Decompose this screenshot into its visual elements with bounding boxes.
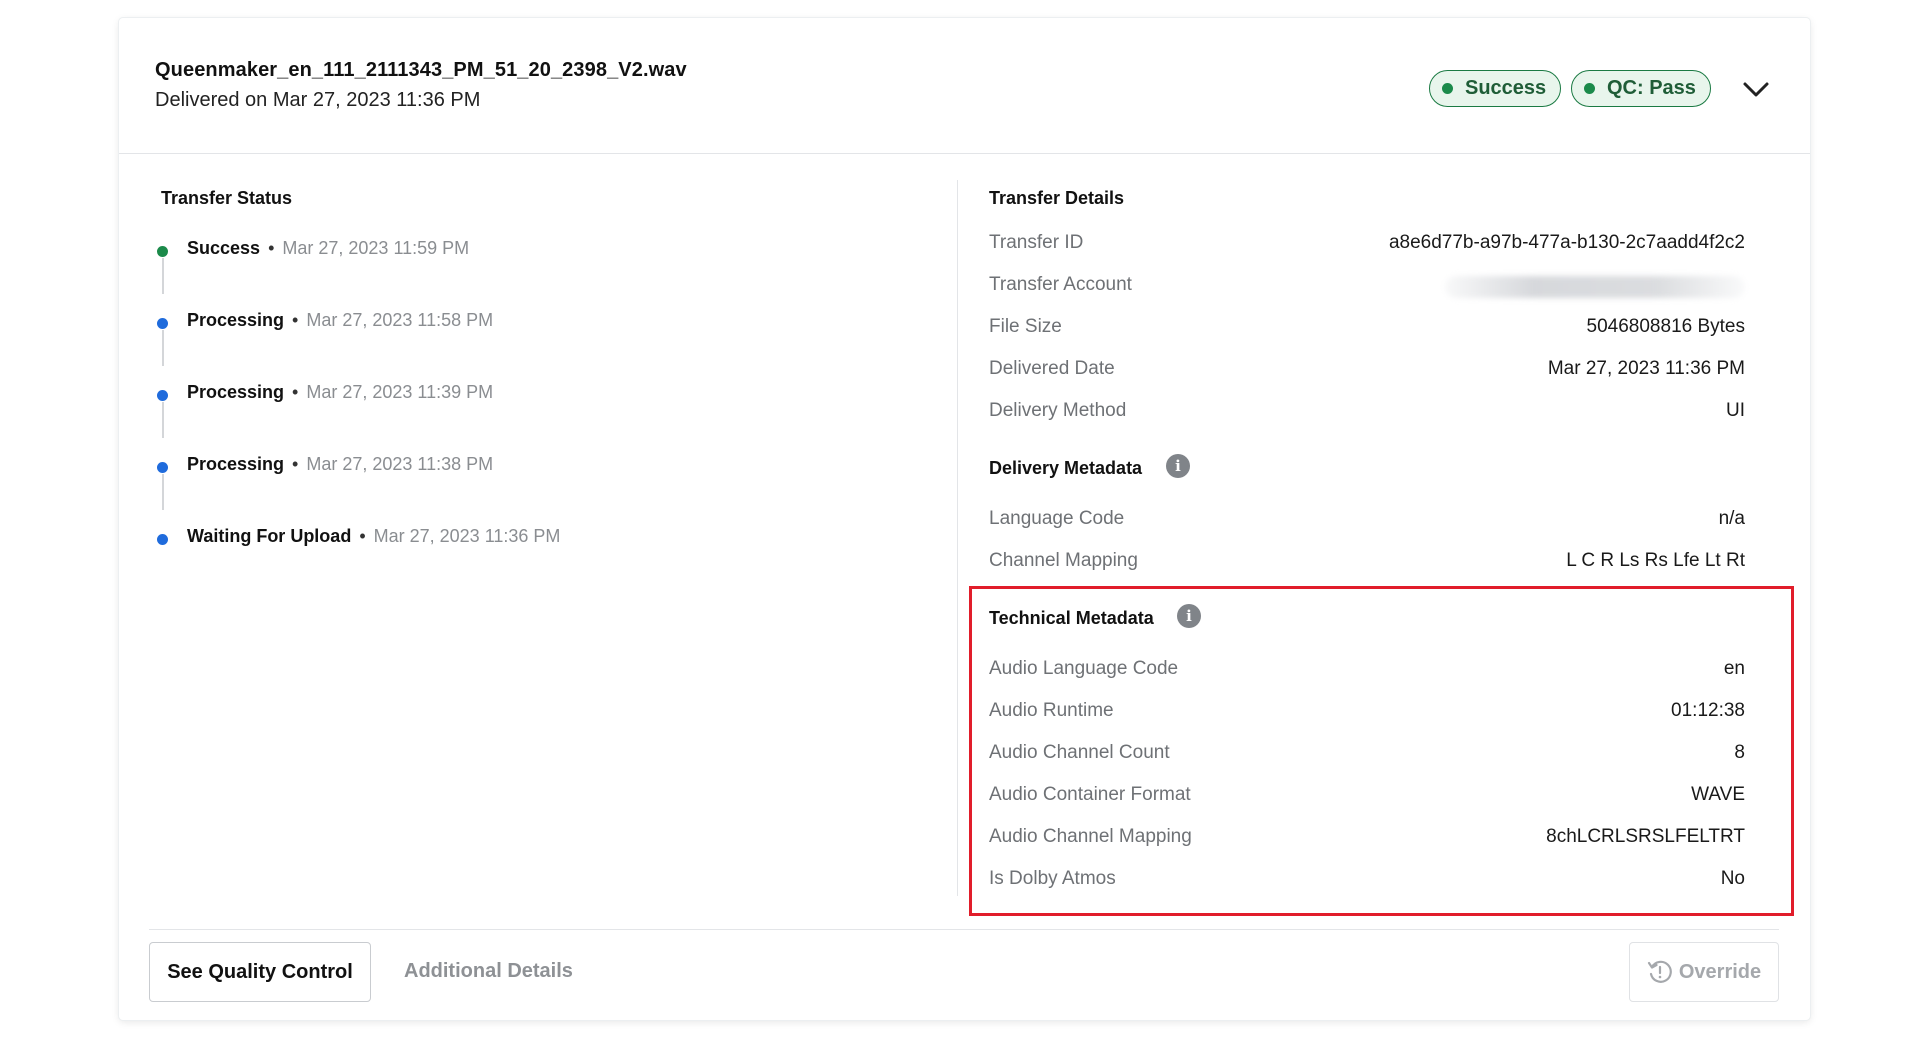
timeline-status: Processing xyxy=(187,382,285,402)
override-label: Override xyxy=(1678,960,1762,983)
timeline-status: Processing xyxy=(187,454,285,474)
detail-value: 01:12:38 xyxy=(1671,700,1745,721)
detail-row-audio-channel-count: Audio Channel Count 8 xyxy=(989,742,1745,772)
status-dot-icon xyxy=(157,462,168,473)
detail-label: Language Code xyxy=(989,508,1125,529)
qc-badge: QC: Pass xyxy=(1571,70,1711,107)
timeline-time: Mar 27, 2023 11:39 PM xyxy=(306,382,494,402)
detail-value: a8e6d77b-a97b-477a-b130-2c7aadd4f2c2 xyxy=(1388,232,1745,253)
card-header[interactable]: Queenmaker_en_111_2111343_PM_51_20_2398_… xyxy=(119,18,1810,154)
timeline-time: Mar 27, 2023 11:59 PM xyxy=(282,238,470,258)
transfer-details-title: Transfer Details xyxy=(989,188,1125,208)
detail-label: Delivery Method xyxy=(989,400,1127,421)
detail-value: 5046808816 Bytes xyxy=(1586,316,1745,337)
timeline-time: Mar 27, 2023 11:36 PM xyxy=(373,526,561,546)
see-quality-control-button[interactable]: See Quality Control xyxy=(149,942,371,1002)
status-dot-icon xyxy=(157,246,168,257)
timeline-connector xyxy=(162,402,164,438)
info-icon[interactable]: i xyxy=(1177,604,1201,628)
detail-label: Audio Runtime xyxy=(989,700,1114,721)
column-divider xyxy=(957,180,958,896)
override-history-icon xyxy=(1647,960,1672,983)
timeline-status: Processing xyxy=(187,310,285,330)
transfer-status-title: Transfer Status xyxy=(161,188,293,208)
detail-value: WAVE xyxy=(1691,784,1745,805)
detail-row-audio-runtime: Audio Runtime 01:12:38 xyxy=(989,700,1745,730)
timeline-status: Waiting For Upload xyxy=(187,526,352,546)
detail-value: 8chLCRLSRSLFELTRT xyxy=(1546,826,1745,847)
detail-value: L C R Ls Rs Lfe Lt Rt xyxy=(1566,550,1745,571)
detail-label: Audio Channel Mapping xyxy=(989,826,1192,847)
detail-label: Audio Container Format xyxy=(989,784,1191,805)
timeline-connector xyxy=(162,258,164,294)
detail-row-channel-mapping: Channel Mapping L C R Ls Rs Lfe Lt Rt xyxy=(989,550,1745,580)
detail-row-audio-container-format: Audio Container Format WAVE xyxy=(989,784,1745,814)
detail-value: No xyxy=(1720,868,1745,889)
status-dot-icon xyxy=(157,318,168,329)
file-name: Queenmaker_en_111_2111343_PM_51_20_2398_… xyxy=(155,59,687,81)
delivery-metadata-title: Delivery Metadata xyxy=(989,458,1143,478)
detail-label: Audio Language Code xyxy=(989,658,1179,679)
redacted-value xyxy=(1445,276,1745,298)
detail-row-language-code: Language Code n/a xyxy=(989,508,1745,538)
detail-label: Audio Channel Count xyxy=(989,742,1170,763)
detail-row-is-dolby-atmos: Is Dolby Atmos No xyxy=(989,868,1745,898)
detail-label: Transfer Account xyxy=(989,274,1132,295)
timeline-connector xyxy=(162,474,164,510)
status-dot-icon xyxy=(1442,83,1453,94)
badge-label: Success xyxy=(1465,77,1547,99)
override-button[interactable]: Override xyxy=(1629,942,1779,1002)
status-badge-success: Success xyxy=(1429,70,1562,107)
detail-label: Is Dolby Atmos xyxy=(989,868,1116,889)
delivered-on-text: Delivered on Mar 27, 2023 11:36 PM xyxy=(155,89,481,111)
info-icon[interactable]: i xyxy=(1166,454,1190,478)
detail-value: Mar 27, 2023 11:36 PM xyxy=(1547,358,1745,379)
detail-value: en xyxy=(1723,658,1745,679)
detail-row-file-size: File Size 5046808816 Bytes xyxy=(989,316,1745,346)
detail-value: UI xyxy=(1726,400,1745,421)
detail-row-delivered-date: Delivered Date Mar 27, 2023 11:36 PM xyxy=(989,358,1745,388)
timeline-time: Mar 27, 2023 11:38 PM xyxy=(306,454,494,474)
chevron-down-icon[interactable] xyxy=(1739,74,1773,104)
detail-row-audio-channel-mapping: Audio Channel Mapping 8chLCRLSRSLFELTRT xyxy=(989,826,1745,856)
detail-row-transfer-id: Transfer ID a8e6d77b-a97b-477a-b130-2c7a… xyxy=(989,232,1745,262)
detail-label: Delivered Date xyxy=(989,358,1115,379)
timeline-time: Mar 27, 2023 11:58 PM xyxy=(306,310,494,330)
timeline-status: Success xyxy=(187,238,261,258)
badge-label: QC: Pass xyxy=(1607,77,1696,99)
file-delivery-card: Queenmaker_en_111_2111343_PM_51_20_2398_… xyxy=(119,18,1810,1020)
detail-row-delivery-method: Delivery Method UI xyxy=(989,400,1745,430)
timeline-connector xyxy=(162,330,164,366)
detail-label: Transfer ID xyxy=(989,232,1084,253)
detail-value: n/a xyxy=(1718,508,1745,529)
status-dot-icon xyxy=(157,390,168,401)
detail-value: 8 xyxy=(1734,742,1745,763)
detail-label: Channel Mapping xyxy=(989,550,1138,571)
detail-label: File Size xyxy=(989,316,1062,337)
status-dot-icon xyxy=(157,534,168,545)
footer-divider xyxy=(149,929,1779,930)
detail-row-transfer-account: Transfer Account xyxy=(989,274,1745,304)
detail-row-audio-language-code: Audio Language Code en xyxy=(989,658,1745,688)
technical-metadata-title: Technical Metadata xyxy=(989,608,1154,628)
status-dot-icon xyxy=(1584,83,1595,94)
additional-details-tab[interactable]: Additional Details xyxy=(404,960,573,983)
